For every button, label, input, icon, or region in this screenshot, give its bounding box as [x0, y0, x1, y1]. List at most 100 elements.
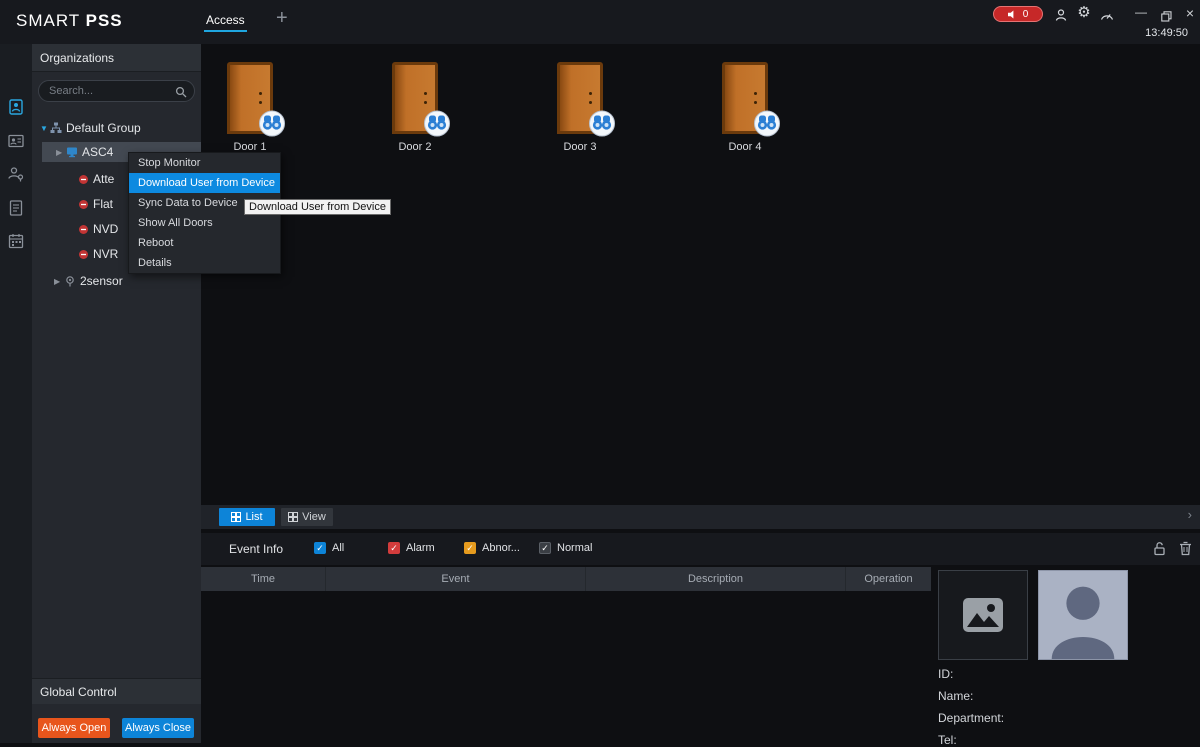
filter-label: All — [332, 542, 344, 554]
tree-node-default-group[interactable]: ▼ Default Group — [32, 116, 201, 140]
field-name: Name: — [938, 689, 973, 703]
person-photo-placeholder — [1038, 570, 1128, 660]
column-header-event: Event — [326, 567, 586, 591]
sidebar-item-user-auth[interactable] — [7, 165, 25, 183]
tree-node-label: 2sensor — [80, 274, 123, 288]
topbar: SMART PSS Access + 0 ⚙ — × 13:49:50 — [0, 0, 1200, 44]
restore-button[interactable] — [1158, 8, 1174, 24]
alarm-count: 0 — [1023, 9, 1029, 20]
door-item[interactable]: Door 3 — [539, 62, 621, 153]
offline-device-icon — [78, 174, 89, 185]
clock: 13:49:50 — [1145, 27, 1188, 39]
door-label: Door 2 — [374, 141, 456, 153]
field-department: Department: — [938, 711, 1004, 725]
org-search-box[interactable] — [38, 80, 195, 102]
checkbox-all[interactable]: ✓ — [314, 542, 326, 554]
door-item[interactable]: Door 2 — [374, 62, 456, 153]
dashboard-gauge-icon[interactable] — [1099, 7, 1115, 23]
smart-pss-window: SMART PSS Access + 0 ⚙ — × 13:49:50 — [0, 0, 1200, 743]
filter-all[interactable]: ✓ All — [314, 542, 344, 554]
console-view-label: View — [302, 511, 326, 523]
expander-right-icon[interactable]: ▶ — [54, 277, 64, 286]
door-icon — [722, 62, 768, 134]
grid-icon — [231, 512, 241, 522]
menu-item-stop-monitor[interactable]: Stop Monitor — [129, 153, 280, 173]
door-icon — [227, 62, 273, 134]
event-table-header: Time Event Description Operation — [201, 567, 931, 591]
always-close-button[interactable]: Always Close — [122, 718, 194, 738]
menu-tooltip: Download User from Device — [244, 199, 391, 215]
offline-device-icon — [78, 199, 89, 210]
gear-icon[interactable]: ⚙ — [1076, 4, 1092, 20]
monitor-binoculars-icon — [752, 110, 782, 137]
list-view-button[interactable]: List — [219, 508, 275, 526]
door-item[interactable]: Door 4 — [704, 62, 786, 153]
alarm-badge[interactable]: 0 — [993, 6, 1043, 22]
field-id: ID: — [938, 667, 953, 681]
tree-node-label: Atte — [93, 172, 114, 186]
person-silhouette-icon — [1039, 571, 1127, 659]
checkbox-abnormal[interactable]: ✓ — [464, 542, 476, 554]
console-view-button[interactable]: View — [281, 508, 333, 526]
module-sidebar — [0, 44, 32, 743]
monitor-binoculars-icon — [587, 110, 617, 137]
close-button[interactable]: × — [1182, 5, 1198, 21]
menu-item-details[interactable]: Details — [129, 253, 280, 273]
column-header-operation: Operation — [846, 567, 931, 591]
filter-label: Alarm — [406, 542, 435, 554]
always-open-button[interactable]: Always Open — [38, 718, 110, 738]
sidebar-item-access[interactable] — [7, 98, 25, 116]
tab-access[interactable]: Access — [206, 13, 245, 27]
checkbox-normal[interactable]: ✓ — [539, 542, 551, 554]
device-icon — [66, 146, 78, 158]
filter-alarm[interactable]: ✓ Alarm — [388, 542, 435, 554]
expander-right-icon[interactable]: ▶ — [56, 148, 66, 157]
sidebar-item-contacts[interactable] — [7, 132, 25, 150]
organizations-header: Organizations — [32, 44, 201, 72]
view-toggle-bar: List View › — [201, 505, 1200, 529]
expander-down-icon[interactable]: ▼ — [40, 124, 50, 133]
global-control-header: Global Control — [32, 678, 201, 704]
organizations-panel: Organizations ▼ Default Group ▶ ASC4 — [32, 44, 201, 743]
door-icon — [557, 62, 603, 134]
tree-node-label: Default Group — [66, 121, 141, 135]
minimize-button[interactable]: — — [1133, 4, 1149, 20]
field-tel: Tel: — [938, 733, 957, 747]
trash-icon[interactable] — [1178, 541, 1194, 557]
monitor-binoculars-icon — [257, 110, 287, 137]
group-icon — [50, 122, 62, 134]
menu-item-reboot[interactable]: Reboot — [129, 233, 280, 253]
expand-panel-icon[interactable]: › — [1188, 507, 1192, 522]
new-tab-button[interactable]: + — [276, 7, 288, 30]
image-placeholder-icon — [962, 597, 1004, 633]
calendar-icon — [7, 232, 25, 250]
tree-node-label: ASC4 — [82, 145, 113, 159]
column-header-description: Description — [586, 567, 846, 591]
id-card-icon — [7, 132, 25, 150]
filter-normal[interactable]: ✓ Normal — [539, 542, 592, 554]
user-lock-icon — [7, 165, 25, 183]
door-label: Door 3 — [539, 141, 621, 153]
search-icon[interactable] — [175, 85, 187, 103]
user-icon[interactable] — [1053, 7, 1069, 23]
menu-item-show-all-doors[interactable]: Show All Doors — [129, 213, 280, 233]
sidebar-item-log[interactable] — [7, 199, 25, 217]
tab-active-underline — [204, 30, 247, 32]
monitor-binoculars-icon — [422, 110, 452, 137]
search-input[interactable] — [49, 83, 169, 99]
menu-item-download-user[interactable]: Download User from Device — [129, 173, 280, 193]
door-item[interactable]: Door 1 — [209, 62, 291, 153]
tree-node-label: Flat — [93, 197, 113, 211]
logo-pss: PSS — [86, 11, 123, 30]
access-control-icon — [7, 98, 25, 116]
log-icon — [7, 199, 25, 217]
event-info-label: Event Info — [229, 542, 283, 556]
unlock-icon[interactable] — [1152, 541, 1168, 557]
sidebar-item-calendar[interactable] — [7, 232, 25, 250]
sensor-icon — [64, 275, 76, 287]
filter-label: Abnor... — [482, 542, 520, 554]
speaker-icon — [1008, 10, 1017, 19]
filter-abnormal[interactable]: ✓ Abnor... — [464, 542, 520, 554]
list-view-label: List — [245, 511, 262, 523]
checkbox-alarm[interactable]: ✓ — [388, 542, 400, 554]
